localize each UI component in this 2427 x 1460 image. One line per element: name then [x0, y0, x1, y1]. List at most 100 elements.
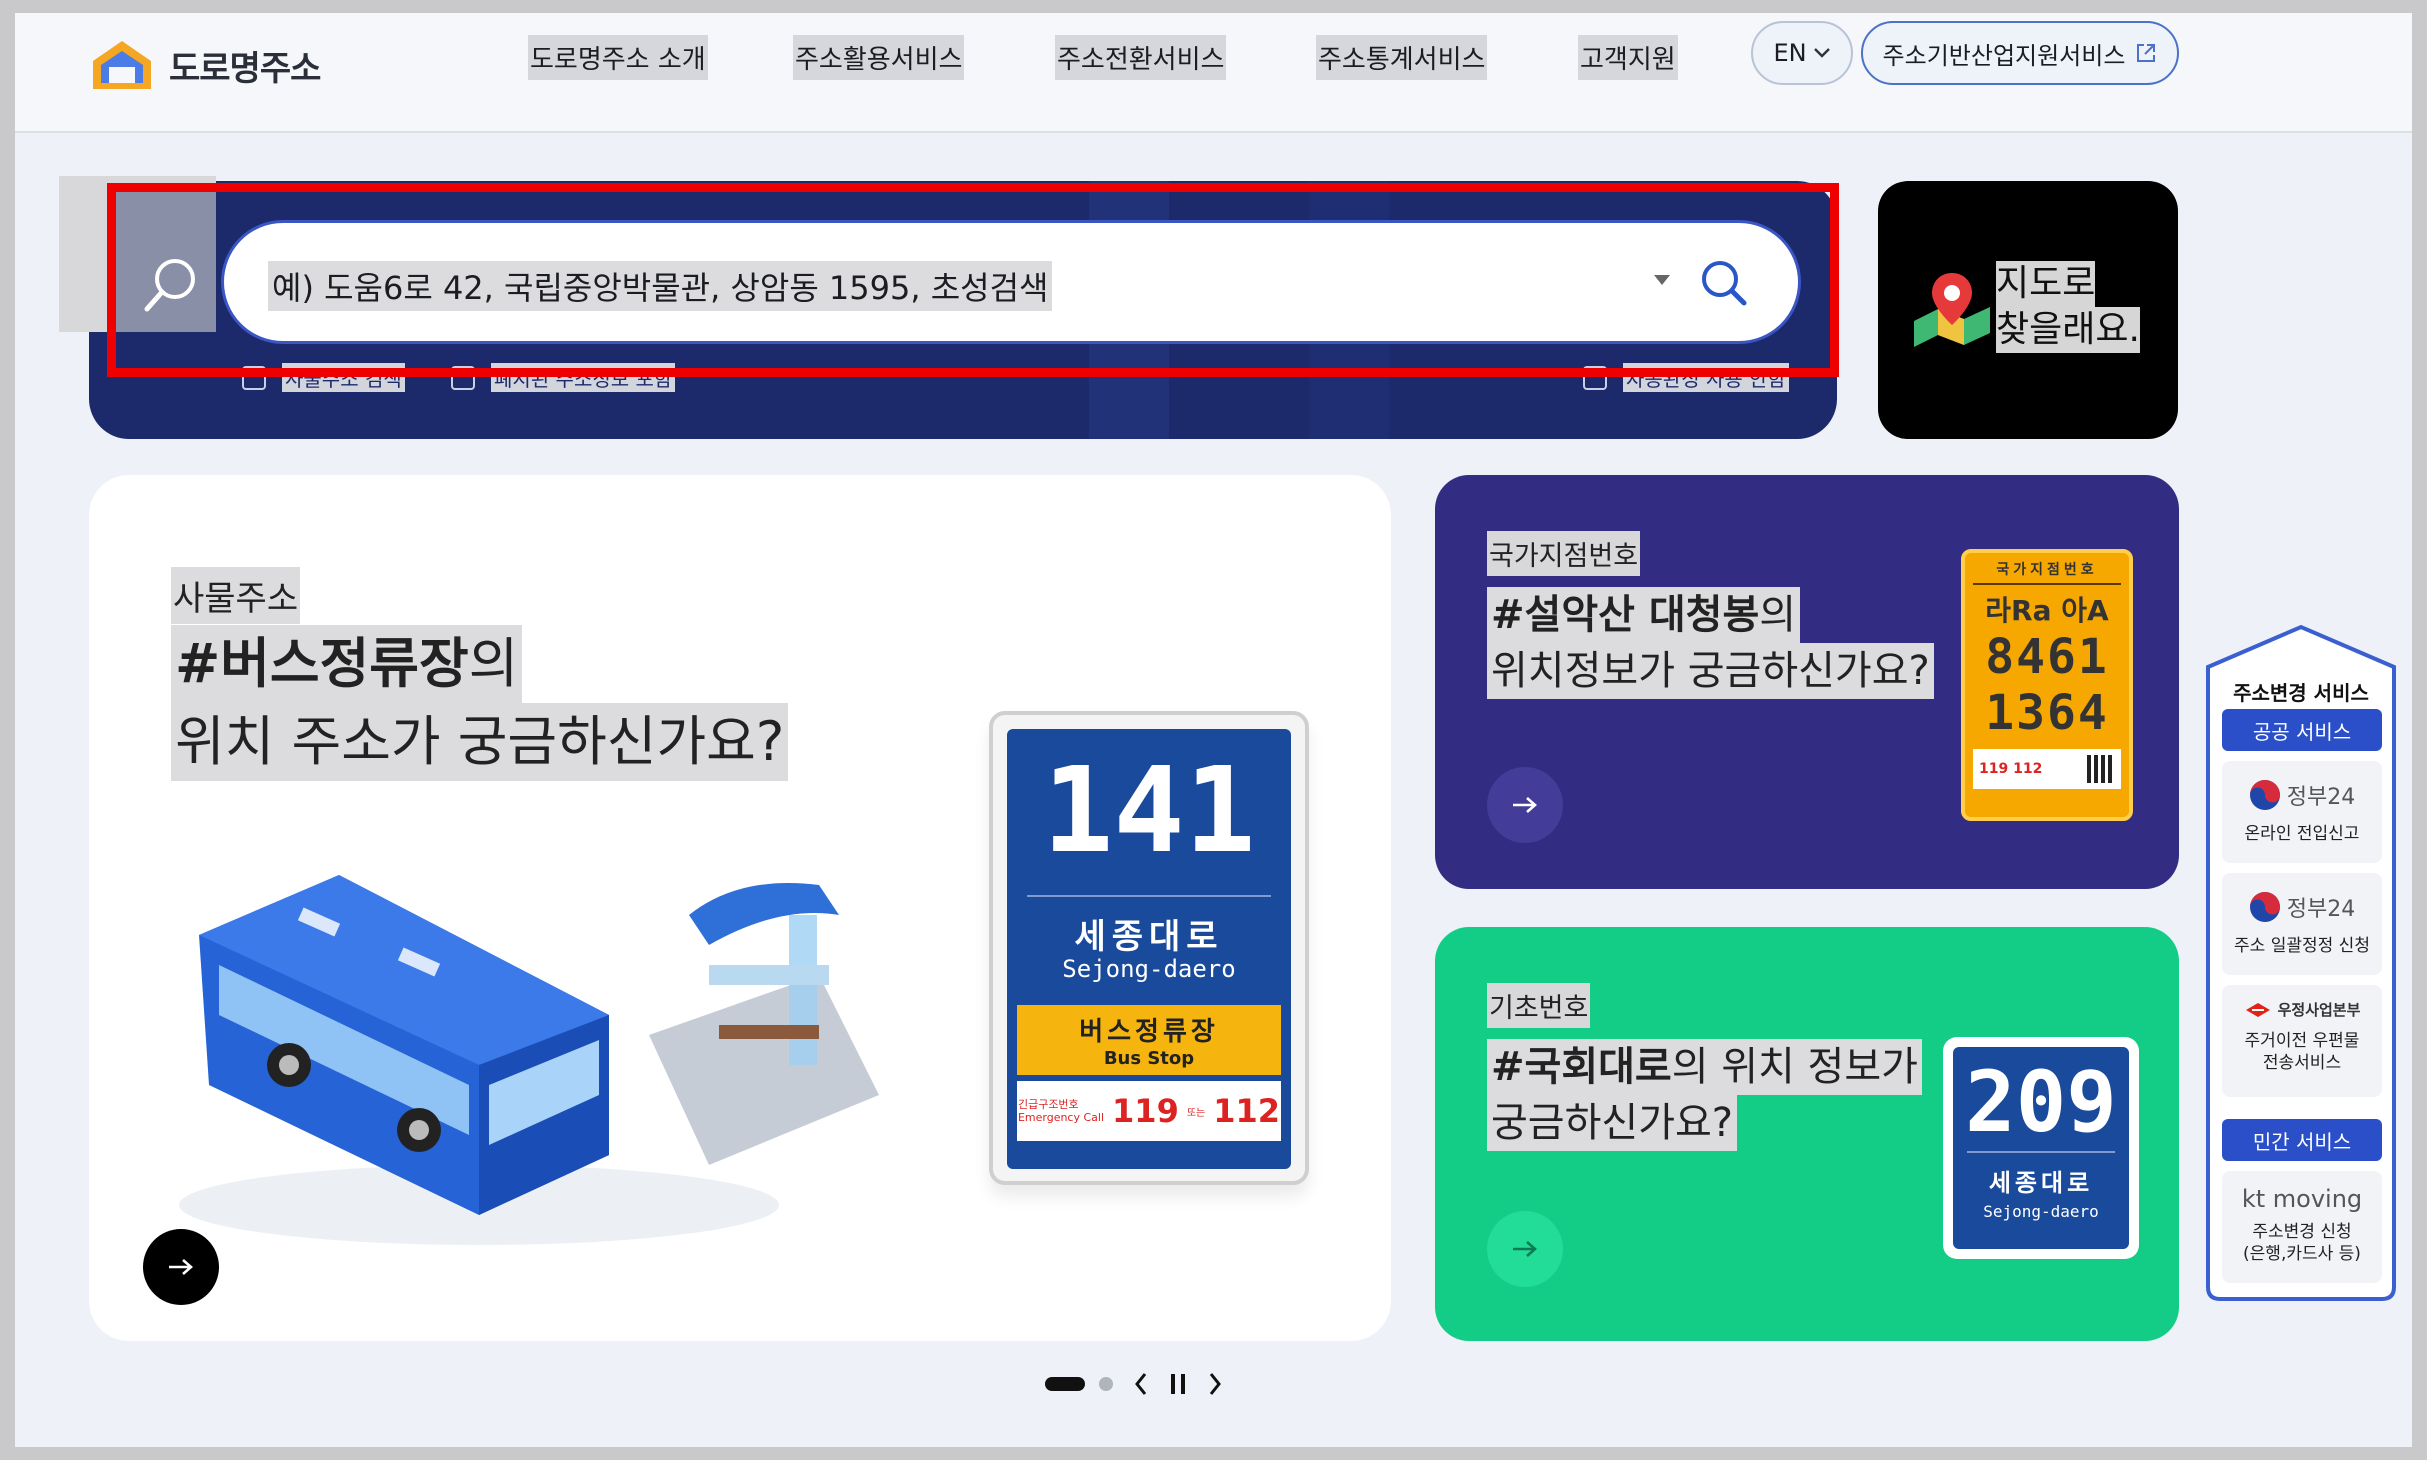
option-include-abolished[interactable]: 폐지된 주소정보 포함: [451, 363, 676, 392]
plate-footer: 119 112: [1973, 749, 2121, 789]
external-link-icon: [2137, 44, 2156, 62]
base-number-arrow-button[interactable]: [1487, 1211, 1563, 1287]
map-pin-icon: [1914, 273, 1990, 347]
language-label: EN: [1773, 39, 1807, 67]
headline-line2: 궁금하신가요?: [1487, 1095, 1738, 1151]
sign-or: 또는: [1186, 1107, 1206, 1119]
sign-road-ko: 세종대로: [1988, 1169, 2094, 1197]
arrow-right-icon: [1513, 797, 1537, 813]
card-headline: #버스정류장의 위치 주소가 궁금하신가요?: [171, 625, 789, 781]
sign-112: 112: [1213, 1092, 1281, 1130]
nav-statistics[interactable]: 주소통계서비스: [1316, 35, 1488, 80]
qr-code-icon: [2087, 755, 2115, 783]
language-select[interactable]: EN: [1751, 21, 1853, 85]
side-item-brand: kt moving: [2241, 1185, 2363, 1213]
sign-stop-ko: 버스정류장: [1079, 1017, 1219, 1047]
sign-119: 119: [1112, 1092, 1179, 1130]
side-item-kt-moving[interactable]: kt moving 주소변경 신청 (은행,카드사 등): [2222, 1171, 2382, 1283]
side-item-desc: 주소변경 신청 (은행,카드사 등): [2243, 1222, 2361, 1264]
option-object-address[interactable]: 사물주소 검색: [242, 363, 405, 392]
sign-divider: [1027, 895, 1271, 897]
card-tag: 기초번호: [1487, 983, 1591, 1028]
logo[interactable]: 도로명주소: [89, 37, 321, 93]
side-item-brand: 정부24: [2286, 897, 2356, 922]
option-no-autocomplete[interactable]: 자동완성 사용 안함: [1583, 363, 1789, 392]
sign-stop-band: 버스정류장 Bus Stop: [1017, 1005, 1281, 1075]
sign-road-en: Sejong-daero: [1062, 955, 1236, 983]
card-headline: #설악산 대청봉의 위치정보가 궁금하신가요?: [1487, 587, 1934, 699]
search-input[interactable]: 예) 도움6로 42, 국립중앙박물관, 상암동 1595, 초성검색: [221, 220, 1801, 344]
side-panel-title: 주소변경 서비스: [2233, 681, 2369, 705]
bus-stop-sign: 141 세종대로 Sejong-daero 버스정류장 Bus Stop 긴급구…: [989, 711, 1309, 1185]
logo-house-icon: [89, 37, 155, 93]
national-point-plate: 국가지점번호 라Ra 아A 8461 1364 119 112: [1961, 549, 2133, 821]
chevron-down-icon: [1813, 48, 1830, 58]
pager-dot-active[interactable]: [1045, 1377, 1085, 1391]
sign-emergency-band: 긴급구조번호 Emergency Call 119 또는 112: [1017, 1081, 1281, 1141]
side-item-desc: 주거이전 우편물 전송서비스: [2244, 1031, 2360, 1073]
logo-text: 도로명주소: [169, 48, 321, 89]
search-icon[interactable]: [1694, 253, 1754, 313]
checkbox[interactable]: [451, 365, 475, 390]
plate-letters: 라Ra 아A: [1985, 594, 2109, 627]
map-card-text: 지도로 찾을래요.: [1996, 261, 2140, 353]
nav-conversion[interactable]: 주소전환서비스: [1055, 35, 1227, 80]
carousel-pager: [1045, 1371, 1223, 1397]
side-item-brand: 우정사업본부: [2277, 1001, 2361, 1019]
national-point-arrow-button[interactable]: [1487, 767, 1563, 843]
side-item-gov24-correction[interactable]: 정부24 주소 일괄정정 신청: [2222, 873, 2382, 975]
nav-utilization[interactable]: 주소활용서비스: [793, 35, 965, 80]
checkbox[interactable]: [1583, 365, 1607, 390]
plate-title: 국가지점번호: [1973, 559, 2121, 585]
headline-line2: 위치정보가 궁금하신가요?: [1487, 643, 1934, 699]
object-address-arrow-button[interactable]: [143, 1229, 219, 1305]
dropdown-caret-icon[interactable]: [1654, 275, 1670, 285]
plate-num2: 1364: [1985, 685, 2109, 741]
card-tag: 국가지점번호: [1487, 531, 1641, 576]
pause-icon[interactable]: [1169, 1371, 1187, 1397]
headline-suffix: 의: [1759, 592, 1797, 638]
sign-number: 141: [1042, 741, 1256, 879]
headline-line2: 위치 주소가 궁금하신가요?: [171, 703, 789, 781]
chevron-left-icon[interactable]: [1133, 1371, 1149, 1397]
header: 도로명주소 도로명주소 소개 주소활용서비스 주소전환서비스 주소통계서비스 고…: [15, 13, 2412, 133]
address-change-panel: 주소변경 서비스 공공 서비스 정부24 온라인 전입신고 정부24 주소 일괄…: [2204, 623, 2398, 1303]
headline-suffix: 의: [468, 632, 519, 695]
biz-support-label: 주소기반산업지원서비스: [1882, 41, 2126, 70]
map-search-card[interactable]: 지도로 찾을래요.: [1878, 181, 2178, 439]
taegeuk-icon: [2249, 780, 2280, 810]
card-tag: 사물주소: [171, 567, 301, 624]
headline-suffix: 의 위치 정보가: [1671, 1044, 1918, 1090]
base-number-card[interactable]: 기초번호 #국회대로의 위치 정보가 궁금하신가요? 209 세종대로 Sejo…: [1435, 927, 2179, 1341]
search-placeholder: 예) 도움6로 42, 국립중앙박물관, 상암동 1595, 초성검색: [268, 261, 1053, 311]
headline-keyword: #설악산 대청봉: [1491, 592, 1760, 638]
option-label: 사물주소 검색: [282, 363, 405, 392]
taegeuk-icon: [2249, 892, 2280, 922]
chevron-right-icon[interactable]: [1207, 1371, 1223, 1397]
checkbox[interactable]: [242, 365, 266, 390]
private-service-label: 민간 서비스: [2222, 1119, 2382, 1161]
sign-divider: [1967, 1151, 2115, 1153]
headline-keyword: #버스정류장: [175, 632, 469, 695]
arrow-right-icon: [169, 1259, 193, 1275]
side-item-desc: 주소 일괄정정 신청: [2234, 936, 2370, 956]
national-point-card[interactable]: 국가지점번호 #설악산 대청봉의 위치정보가 궁금하신가요? 국가지점번호 라R…: [1435, 475, 2179, 889]
sign-emergency-ko: 긴급구조번호: [1017, 1098, 1079, 1111]
public-service-label: 공공 서비스: [2222, 709, 2382, 751]
nav-intro[interactable]: 도로명주소 소개: [528, 35, 708, 80]
arrow-right-icon: [1513, 1241, 1537, 1257]
sign-stop-en: Bus Stop: [1103, 1048, 1195, 1069]
sign-emergency-en: Emergency Call: [1017, 1111, 1105, 1124]
side-item-gov24-movein[interactable]: 정부24 온라인 전입신고: [2222, 761, 2382, 863]
side-item-post-forwarding[interactable]: 우정사업본부 주거이전 우편물 전송서비스: [2222, 985, 2382, 1097]
card-headline: #국회대로의 위치 정보가 궁금하신가요?: [1487, 1039, 1922, 1151]
map-card-line1: 지도로: [1996, 261, 2096, 307]
option-label: 폐지된 주소정보 포함: [491, 363, 676, 392]
sign-number: 209: [1965, 1053, 2117, 1151]
nav-support[interactable]: 고객지원: [1578, 35, 1678, 80]
map-card-line2: 찾을래요.: [1996, 307, 2140, 353]
biz-support-button[interactable]: 주소기반산업지원서비스: [1861, 21, 2179, 85]
object-address-card[interactable]: 사물주소 #버스정류장의 위치 주소가 궁금하신가요? 141 세종대로 Sej…: [89, 475, 1391, 1341]
pager-dot[interactable]: [1099, 1377, 1113, 1391]
plate-footer-text: 119 112: [1979, 761, 2043, 777]
